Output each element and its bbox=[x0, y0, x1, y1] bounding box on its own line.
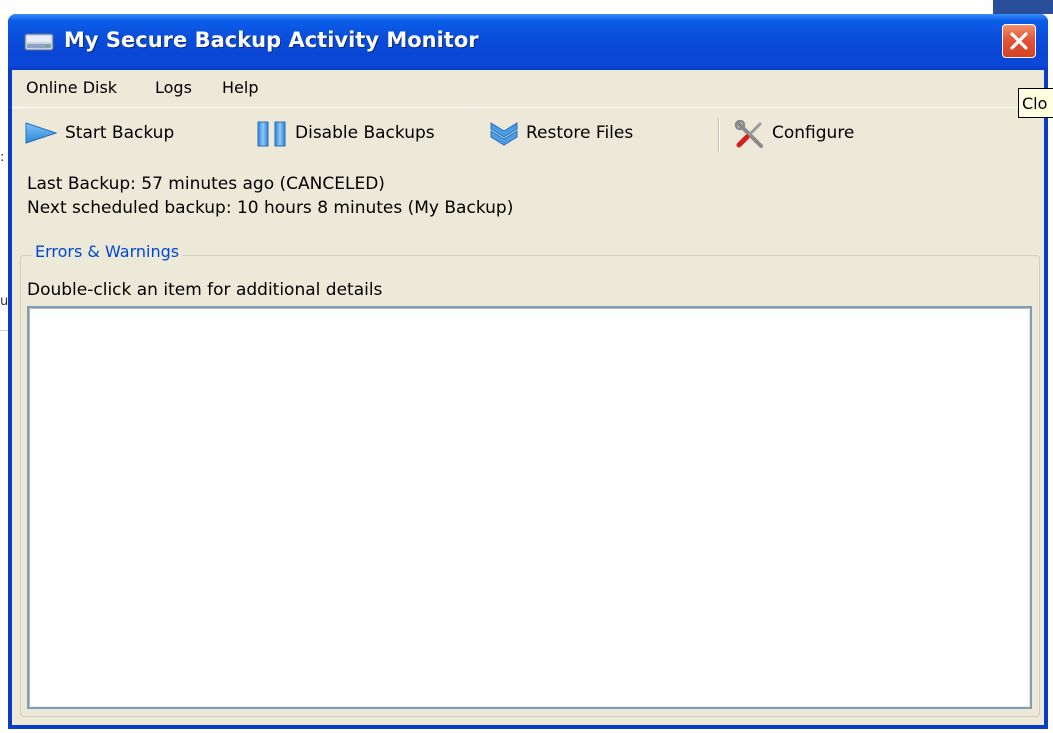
background-text-fragment: u bbox=[0, 294, 9, 309]
double-chevron-down-icon bbox=[490, 122, 518, 146]
close-icon bbox=[1010, 32, 1028, 50]
close-button[interactable] bbox=[1002, 24, 1036, 58]
toolbar-divider bbox=[718, 118, 720, 152]
close-tooltip: Clo bbox=[1018, 88, 1053, 118]
last-backup-status: Last Backup: 57 minutes ago (CANCELED) bbox=[27, 174, 385, 194]
configure-label: Configure bbox=[772, 123, 855, 143]
errors-list-inner bbox=[29, 308, 1030, 707]
restore-files-button[interactable]: Restore Files bbox=[488, 118, 668, 148]
title-bar[interactable]: My Secure Backup Activity Monitor bbox=[8, 14, 1048, 70]
play-arrow-icon bbox=[25, 122, 58, 144]
menu-separator bbox=[12, 107, 1044, 108]
start-backup-button[interactable]: Start Backup bbox=[22, 118, 192, 148]
errors-hint-text: Double-click an item for additional deta… bbox=[27, 280, 383, 300]
disable-backups-button[interactable]: Disable Backups bbox=[255, 118, 455, 148]
wrench-screwdriver-icon bbox=[734, 120, 763, 148]
toolbar: Start Backup Disable Backups Restore Fil… bbox=[12, 112, 1044, 156]
background-window-fragment bbox=[993, 0, 1053, 14]
errors-warnings-legend: Errors & Warnings bbox=[32, 242, 183, 261]
start-backup-label: Start Backup bbox=[65, 123, 175, 143]
disable-backups-label: Disable Backups bbox=[295, 123, 435, 143]
configure-button[interactable]: Configure bbox=[734, 118, 874, 148]
window-client-area: Online Disk Logs Help Start Backup Disab… bbox=[12, 70, 1044, 725]
restore-files-label: Restore Files bbox=[526, 123, 634, 143]
menu-online-disk[interactable]: Online Disk bbox=[26, 78, 117, 97]
pause-icon bbox=[257, 121, 286, 147]
desktop: : u My Secure Backup Activity Monitor On… bbox=[0, 0, 1053, 733]
drive-icon bbox=[24, 33, 54, 51]
menu-bar: Online Disk Logs Help bbox=[12, 70, 1044, 106]
errors-list[interactable] bbox=[27, 306, 1032, 709]
menu-logs[interactable]: Logs bbox=[155, 78, 192, 97]
window-title: My Secure Backup Activity Monitor bbox=[64, 28, 479, 52]
background-text-fragment: : bbox=[0, 150, 5, 165]
activity-monitor-window: My Secure Backup Activity Monitor Online… bbox=[8, 14, 1048, 729]
next-backup-status: Next scheduled backup: 10 hours 8 minute… bbox=[27, 198, 514, 218]
menu-help[interactable]: Help bbox=[222, 78, 258, 97]
